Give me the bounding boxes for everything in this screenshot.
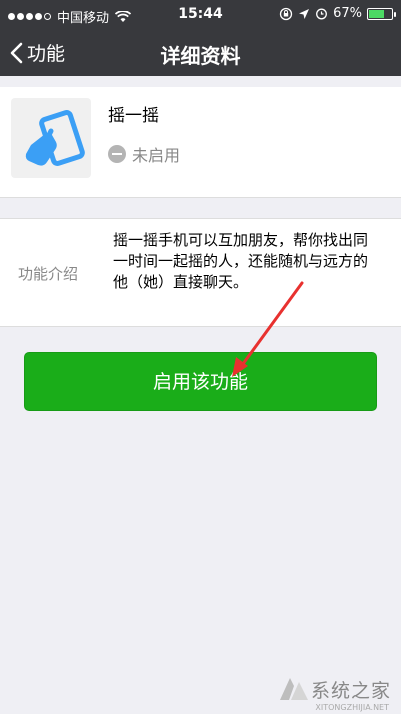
- feature-name: 摇一摇: [108, 106, 159, 126]
- intro-section: 功能介绍 摇一摇手机可以互加朋友，帮你找出同一时间一起摇的人，还能随机与远方的他…: [0, 218, 401, 327]
- watermark-subtext: XITONGZHIJIA.NET: [315, 703, 389, 712]
- battery-icon: [367, 7, 396, 20]
- watermark-icon: [279, 678, 308, 700]
- rotation-lock-icon: [279, 7, 293, 20]
- chevron-left-icon: [10, 42, 23, 63]
- back-button[interactable]: 功能: [10, 39, 65, 66]
- feature-status: 未启用: [108, 142, 180, 166]
- intro-label: 功能介绍: [18, 265, 79, 283]
- back-label: 功能: [27, 43, 66, 65]
- feature-status-label: 未启用: [132, 146, 181, 165]
- hand-phone-icon: [25, 110, 85, 166]
- alarm-icon: [316, 8, 328, 20]
- battery-fill: [369, 9, 384, 18]
- disabled-icon: [108, 145, 126, 163]
- watermark-logo: 系统之家 XITONGZHIJIA.NET: [277, 674, 391, 712]
- watermark-text: 系统之家: [310, 679, 391, 702]
- enable-feature-button[interactable]: 启用该功能: [24, 352, 377, 411]
- feature-card: 摇一摇 未启用: [0, 87, 401, 198]
- status-right: 67%: [279, 6, 396, 21]
- battery-percent: 67%: [333, 6, 362, 21]
- intro-text: 摇一摇手机可以互加朋友，帮你找出同一时间一起摇的人，还能随机与远方的他（她）直接…: [113, 231, 369, 291]
- shake-app-icon: [11, 98, 91, 178]
- status-bar: 中国移动 15:44 67%: [0, 0, 401, 30]
- location-icon: [299, 8, 310, 19]
- nav-bar: 功能 详细资料: [0, 30, 401, 76]
